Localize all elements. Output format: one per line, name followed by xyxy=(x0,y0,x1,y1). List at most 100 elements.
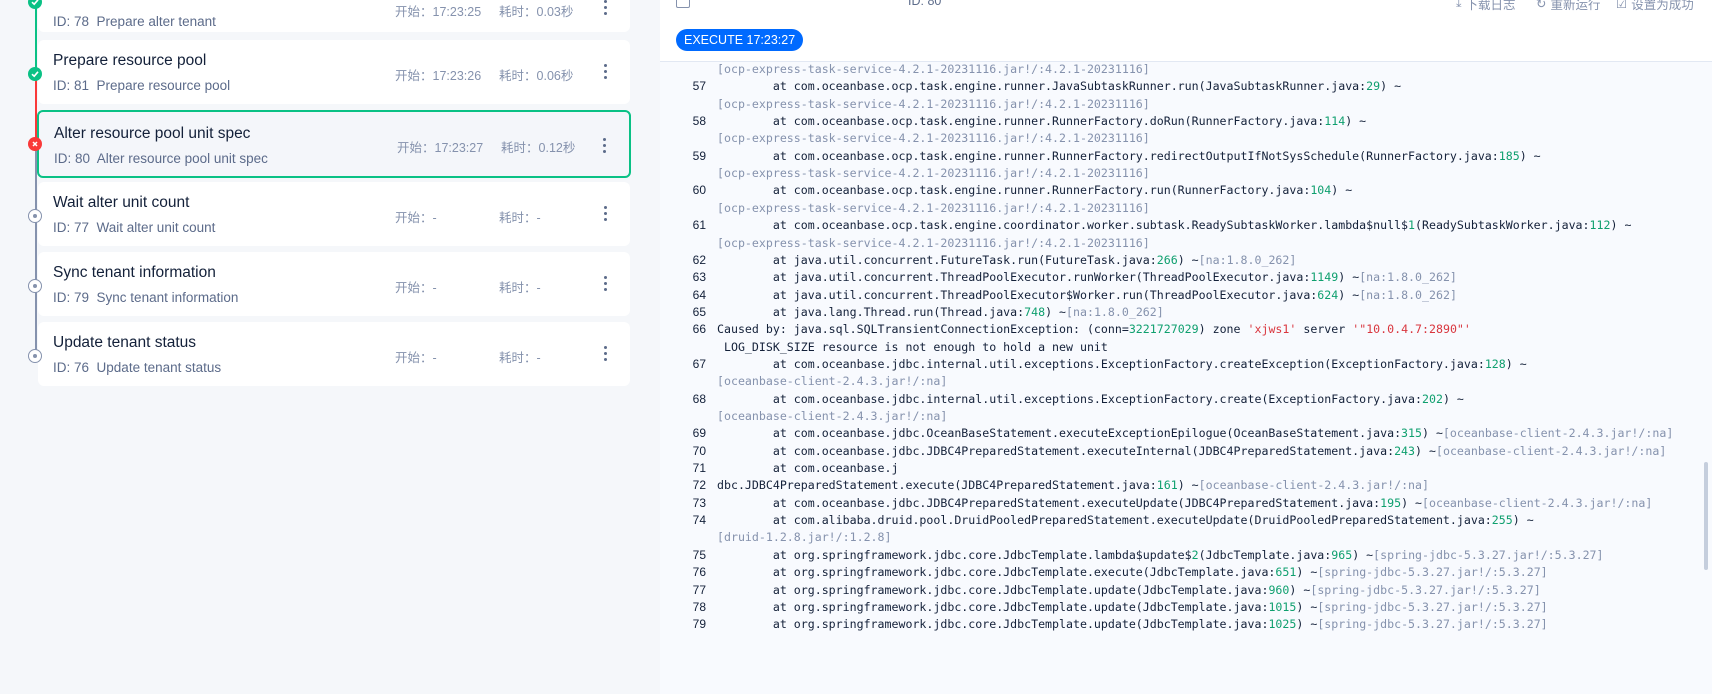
log-line-number: 66 xyxy=(692,322,706,337)
log-line-number: 78 xyxy=(692,599,706,614)
log-line-text: at com.alibaba.druid.pool.DruidPooledPre… xyxy=(717,513,1534,528)
log-line-text: at org.springframework.jdbc.core.JdbcTem… xyxy=(717,582,1541,597)
task-duration: 耗时：- xyxy=(499,211,541,225)
log-line-text: at com.oceanbase.j xyxy=(717,461,899,476)
task-duration: 耗时：0.12秒 xyxy=(501,141,576,155)
log-line-text: at com.oceanbase.ocp.task.engine.coordin… xyxy=(717,218,1632,233)
log-line-text: at com.oceanbase.jdbc.OceanBaseStatement… xyxy=(717,426,1674,441)
log-line-text: [ocp-express-task-service-4.2.1-20231116… xyxy=(717,166,1150,181)
collapse-icon[interactable] xyxy=(676,0,690,8)
log-panel: ID: 80 ⤓ 下载日志 ↻ 重新运行 ☑ 设置为成功 EXECUTE 17:23:… xyxy=(660,0,1712,694)
log-line-text: [ocp-express-task-service-4.2.1-20231116… xyxy=(717,200,1150,215)
task-subname: ID: 76 Update tenant status xyxy=(53,360,222,375)
task-subname: ID: 78 Prepare alter tenant xyxy=(53,14,216,29)
log-line-number: 79 xyxy=(692,617,706,632)
log-line-text: LOG_DISK_SIZE resource is not enough to … xyxy=(717,339,1108,354)
log-line-text: at org.springframework.jdbc.core.JdbcTem… xyxy=(717,617,1548,632)
task-start-time: 开始：17:23:25 xyxy=(395,5,482,19)
log-line-number: 69 xyxy=(692,426,706,441)
log-line-number: 77 xyxy=(692,582,706,597)
log-line-number: 64 xyxy=(692,287,706,302)
task-status-failed-icon xyxy=(28,137,42,151)
log-line-number: 67 xyxy=(692,356,706,371)
log-line-text: at com.oceanbase.ocp.task.engine.runner.… xyxy=(717,183,1353,198)
log-content[interactable]: [ocp-express-task-service-4.2.1-20231116… xyxy=(660,61,1712,694)
task-subname: ID: 81 Prepare resource pool xyxy=(53,78,231,93)
log-line-text: dbc.JDBC4PreparedStatement.execute(JDBC4… xyxy=(717,478,1429,493)
log-line-text: at com.oceanbase.jdbc.JDBC4PreparedState… xyxy=(717,443,1667,458)
task-subname: ID: 77 Wait alter unit count xyxy=(53,220,216,235)
task-card[interactable]: ID: 78 Prepare alter tenant 开始：17:23:25 … xyxy=(38,0,630,32)
task-card[interactable]: Sync tenant information ID: 79 Sync tena… xyxy=(38,252,630,316)
task-duration: 耗时：0.06秒 xyxy=(499,69,574,83)
log-line-text: [ocp-express-task-service-4.2.1-20231116… xyxy=(717,62,1150,76)
log-line-number: 58 xyxy=(692,114,706,129)
download-log-button[interactable]: ⤓ 下载日志 xyxy=(1456,0,1516,13)
task-card[interactable]: Update tenant status ID: 76 Update tenan… xyxy=(38,322,630,386)
task-name: Update tenant status xyxy=(53,334,197,351)
log-line-text: at java.util.concurrent.ThreadPoolExecut… xyxy=(717,287,1457,302)
log-line-number: 62 xyxy=(692,252,706,267)
task-name: Prepare resource pool xyxy=(53,52,207,69)
task-timeline: ID: 78 Prepare alter tenant 开始：17:23:25 … xyxy=(0,0,640,694)
log-line-number: 70 xyxy=(692,443,706,458)
log-line-text: at java.lang.Thread.run(Thread.java:748)… xyxy=(717,304,1164,319)
task-duration: 耗时：0.03秒 xyxy=(499,5,574,19)
more-icon[interactable] xyxy=(597,134,611,156)
execute-badge: EXECUTE 17:23:27 xyxy=(676,29,804,51)
log-line-text: at com.oceanbase.ocp.task.engine.runner.… xyxy=(717,148,1541,163)
more-icon[interactable] xyxy=(598,60,612,82)
task-duration: 耗时：- xyxy=(499,281,541,295)
task-name: Wait alter unit count xyxy=(53,194,190,211)
log-line-number: 60 xyxy=(692,183,706,198)
task-duration: 耗时：- xyxy=(499,351,541,365)
log-line-text: at java.util.concurrent.FutureTask.run(F… xyxy=(717,252,1297,267)
log-line-number: 68 xyxy=(692,391,706,406)
rerun-button[interactable]: ↻ 重新运行 xyxy=(1536,0,1601,13)
log-line-number: 71 xyxy=(692,461,706,476)
log-line-text: [druid-1.2.8.jar!/:1.2.8] xyxy=(717,530,892,545)
timeline-line-success xyxy=(35,0,37,74)
download-icon: ⤓ xyxy=(1456,0,1462,10)
more-icon[interactable] xyxy=(598,0,612,18)
log-line-text: at com.oceanbase.jdbc.JDBC4PreparedState… xyxy=(717,495,1653,510)
task-subname: ID: 79 Sync tenant information xyxy=(53,290,239,305)
timeline-line-pending xyxy=(35,144,37,356)
log-scrollbar[interactable] xyxy=(1704,462,1708,570)
task-start-time: 开始：- xyxy=(395,351,437,365)
task-subname: ID: 80 Alter resource pool unit spec xyxy=(54,151,268,166)
log-line-text: at org.springframework.jdbc.core.JdbcTem… xyxy=(717,565,1548,580)
log-line-number: 75 xyxy=(692,547,706,562)
task-status-pending-icon xyxy=(28,349,42,363)
log-line-text: at com.oceanbase.ocp.task.engine.runner.… xyxy=(717,79,1402,94)
log-line-number: 59 xyxy=(692,148,706,163)
log-line-text: [ocp-express-task-service-4.2.1-20231116… xyxy=(717,131,1150,146)
task-status-pending-icon xyxy=(28,279,42,293)
log-line-text: [oceanbase-client-2.4.3.jar!/:na] xyxy=(717,374,948,389)
task-card-selected[interactable]: Alter resource pool unit spec ID: 80 Alt… xyxy=(37,110,631,178)
more-icon[interactable] xyxy=(598,272,612,294)
log-line-text: at com.oceanbase.jdbc.internal.util.exce… xyxy=(717,391,1464,406)
log-line-number: 57 xyxy=(692,79,706,94)
task-status-success-icon xyxy=(28,67,42,81)
task-status-pending-icon xyxy=(28,209,42,223)
log-line-number: 73 xyxy=(692,495,706,510)
log-line-number: 65 xyxy=(692,304,706,319)
log-line-text: [ocp-express-task-service-4.2.1-20231116… xyxy=(717,235,1150,250)
more-icon[interactable] xyxy=(598,342,612,364)
log-line-number: 72 xyxy=(692,478,706,493)
refresh-icon: ↻ xyxy=(1536,0,1547,11)
set-success-button[interactable]: ☑ 设置为成功 xyxy=(1616,0,1694,13)
log-line-text: at org.springframework.jdbc.core.JdbcTem… xyxy=(717,599,1548,614)
task-start-time: 开始：17:23:27 xyxy=(397,141,484,155)
log-line-number: 76 xyxy=(692,565,706,580)
task-card[interactable]: Prepare resource pool ID: 81 Prepare res… xyxy=(38,40,630,104)
more-icon[interactable] xyxy=(598,202,612,224)
task-start-time: 开始：- xyxy=(395,211,437,225)
task-start-time: 开始：17:23:26 xyxy=(395,69,482,83)
log-task-id: ID: 80 xyxy=(908,0,942,8)
log-line-text: [oceanbase-client-2.4.3.jar!/:na] xyxy=(717,409,948,423)
task-name: Alter resource pool unit spec xyxy=(54,125,251,142)
task-card[interactable]: Wait alter unit count ID: 77 Wait alter … xyxy=(38,182,630,246)
log-line-text: [ocp-express-task-service-4.2.1-20231116… xyxy=(717,96,1150,111)
